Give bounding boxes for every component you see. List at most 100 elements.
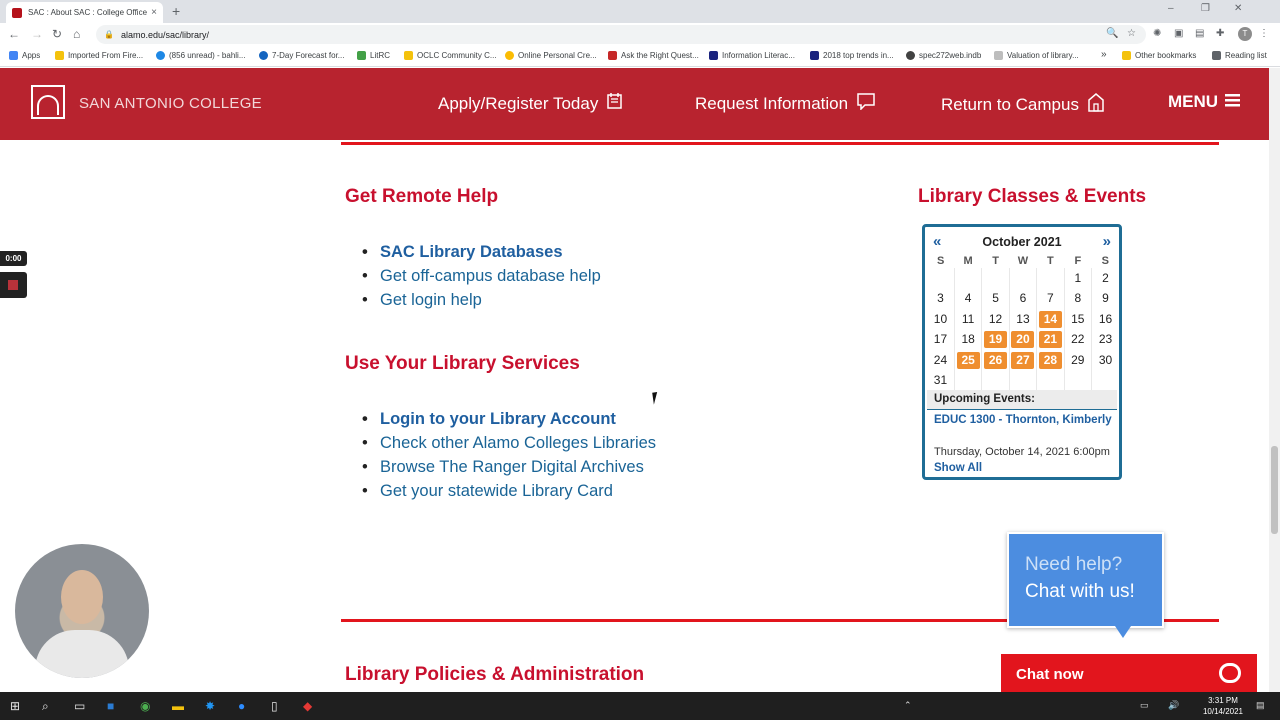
calendar-day-cell[interactable]: 14 — [1036, 309, 1065, 330]
calendar-day-cell[interactable]: 20 — [1009, 329, 1038, 350]
bookmark-item[interactable]: Reading list — [1212, 51, 1267, 60]
college-name[interactable]: SAN ANTONIO COLLEGE — [79, 95, 262, 112]
extension-icon[interactable]: ▣ — [1174, 28, 1183, 39]
tray-icon[interactable]: ⌃ — [904, 700, 912, 711]
more-bookmarks-button[interactable]: » — [1101, 49, 1107, 60]
kebab-menu-icon[interactable]: ⋮ — [1259, 28, 1269, 39]
sac-logo[interactable] — [31, 85, 65, 119]
event-title-link[interactable]: EDUC 1300 - Thornton, Kimberly — [934, 412, 1116, 429]
chat-now-button[interactable]: Chat now — [1001, 654, 1257, 694]
calendar-day-cell[interactable]: 11 — [954, 309, 983, 330]
bookmark-item[interactable]: Imported From Fire... — [55, 51, 143, 60]
calendar-day-cell[interactable]: 30 — [1092, 350, 1119, 371]
calendar-event-day[interactable]: 27 — [1011, 351, 1035, 369]
bookmark-item[interactable]: OCLC Community C... — [404, 51, 497, 60]
tray-icon[interactable]: ▭ — [1140, 700, 1149, 711]
home-icon[interactable]: ⌂ — [73, 27, 80, 41]
calendar-day-cell[interactable]: 25 — [954, 350, 983, 371]
calendar-day-cell[interactable]: 3 — [927, 288, 955, 309]
bookmark-item[interactable]: Online Personal Cre... — [505, 51, 597, 60]
alamo-libraries-link[interactable]: Check other Alamo Colleges Libraries — [362, 431, 656, 455]
calendar-day-cell[interactable]: 26 — [981, 350, 1010, 371]
sac-library-databases-link[interactable]: SAC Library Databases — [362, 240, 601, 264]
calendar-day-cell[interactable]: 10 — [927, 309, 955, 330]
scroll-thumb[interactable] — [1271, 446, 1278, 534]
search-icon[interactable]: ⌕ — [42, 699, 49, 714]
volume-icon[interactable]: 🔊 — [1168, 700, 1179, 711]
bookmark-item[interactable]: Ask the Right Quest... — [608, 51, 699, 60]
calendar-event-day[interactable]: 19 — [984, 331, 1008, 349]
calendar-day-cell[interactable]: 13 — [1009, 309, 1038, 330]
system-clock[interactable]: 3:31 PM 10/14/2021 — [1200, 695, 1246, 717]
app-icon[interactable]: ✸ — [205, 699, 215, 713]
calendar-event-day[interactable]: 21 — [1038, 331, 1062, 349]
calendar-day-cell[interactable]: 29 — [1064, 350, 1093, 371]
calendar-day-cell[interactable]: 19 — [981, 329, 1010, 350]
calendar-day-cell[interactable]: 6 — [1009, 288, 1038, 309]
bookmark-item[interactable]: (856 unread) - bahli... — [156, 51, 246, 60]
calendar-event-day[interactable]: 25 — [956, 351, 980, 369]
statewide-library-card-link[interactable]: Get your statewide Library Card — [362, 479, 656, 503]
extension-icon[interactable]: ✺ — [1153, 28, 1161, 39]
bookmark-item[interactable]: spec272web.indb — [906, 51, 981, 60]
calendar-day-cell[interactable]: 24 — [927, 350, 955, 371]
chrome-icon[interactable]: ◉ — [140, 699, 150, 713]
close-tab-icon[interactable]: × — [151, 7, 157, 18]
previous-month-button[interactable]: « — [933, 233, 941, 250]
calendar-day-cell[interactable]: 22 — [1064, 329, 1093, 350]
new-tab-button[interactable]: + — [172, 3, 180, 19]
puzzle-icon[interactable]: ✚ — [1216, 28, 1224, 39]
calendar-day-cell[interactable]: 31 — [927, 370, 955, 391]
return-to-campus-link[interactable]: Return to Campus — [941, 92, 1105, 117]
profile-avatar[interactable]: T — [1238, 27, 1252, 41]
page-scrollbar[interactable] — [1269, 68, 1280, 692]
show-all-events-link[interactable]: Show All — [934, 462, 982, 474]
chat-invite-bubble[interactable]: Need help? Chat with us! — [1007, 532, 1164, 628]
next-month-button[interactable]: » — [1103, 233, 1111, 250]
calendar-day-cell[interactable]: 16 — [1092, 309, 1119, 330]
calendar-day-cell[interactable]: 28 — [1036, 350, 1065, 371]
bookmark-item[interactable]: Valuation of library... — [994, 51, 1079, 60]
calendar-event-day[interactable]: 28 — [1038, 351, 1062, 369]
off-campus-database-help-link[interactable]: Get off-campus database help — [362, 264, 601, 288]
windows-start-icon[interactable]: ⊞ — [10, 699, 20, 713]
extension-icon[interactable]: ▤ — [1195, 28, 1204, 39]
bookmark-item[interactable]: LitRC — [357, 51, 390, 60]
stop-recording-button[interactable] — [0, 272, 27, 298]
bookmark-item[interactable]: Apps — [9, 51, 40, 60]
calendar-day-cell[interactable]: 2 — [1092, 268, 1119, 289]
calendar-day-cell[interactable]: 12 — [981, 309, 1010, 330]
calendar-day-cell[interactable]: 1 — [1064, 268, 1093, 289]
calendar-day-cell[interactable]: 7 — [1036, 288, 1065, 309]
calendar-day-cell[interactable]: 23 — [1092, 330, 1119, 351]
calendar-day-cell[interactable]: 4 — [954, 288, 983, 309]
ranger-digital-archives-link[interactable]: Browse The Ranger Digital Archives — [362, 455, 656, 479]
calendar-day-cell[interactable]: 27 — [1009, 350, 1038, 371]
calendar-day-cell[interactable]: 18 — [954, 329, 983, 350]
reload-icon[interactable]: ↻ — [52, 27, 62, 41]
bookmark-item[interactable]: 7-Day Forecast for... — [259, 51, 344, 60]
calendar-day-cell[interactable]: 9 — [1092, 289, 1119, 310]
file-explorer-icon[interactable]: ▬ — [172, 699, 184, 713]
library-account-login-link[interactable]: Login to your Library Account — [362, 407, 656, 431]
bookmark-star-icon[interactable]: ☆ — [1127, 28, 1136, 39]
outlook-icon[interactable]: ■ — [107, 699, 114, 713]
calendar-day-cell[interactable]: 8 — [1064, 288, 1093, 309]
browser-tab[interactable]: SAC : About SAC : College Office... × — [6, 2, 163, 23]
calendar-event-day[interactable]: 14 — [1038, 310, 1062, 328]
bookmark-item[interactable]: 2018 top trends in... — [810, 51, 894, 60]
address-bar[interactable]: 🔒 alamo.edu/sac/library/ — [96, 25, 1146, 44]
minimize-icon[interactable]: – — [1168, 3, 1174, 14]
calendar-day-cell[interactable]: 17 — [927, 329, 955, 350]
close-window-icon[interactable]: ✕ — [1234, 3, 1242, 14]
forward-icon[interactable]: → — [31, 27, 43, 41]
calendar-day-cell[interactable]: 15 — [1064, 309, 1093, 330]
notifications-icon[interactable]: ▤ — [1256, 700, 1265, 711]
bookmark-item[interactable]: Other bookmarks — [1122, 51, 1196, 60]
request-information-link[interactable]: Request Information — [695, 92, 876, 115]
calendar-day-cell[interactable]: 21 — [1036, 329, 1065, 350]
calendar-event-day[interactable]: 20 — [1011, 331, 1035, 349]
notepad-icon[interactable]: ▯ — [271, 699, 278, 713]
back-icon[interactable]: ← — [8, 27, 20, 41]
bookmark-item[interactable]: Information Literac... — [709, 51, 795, 60]
